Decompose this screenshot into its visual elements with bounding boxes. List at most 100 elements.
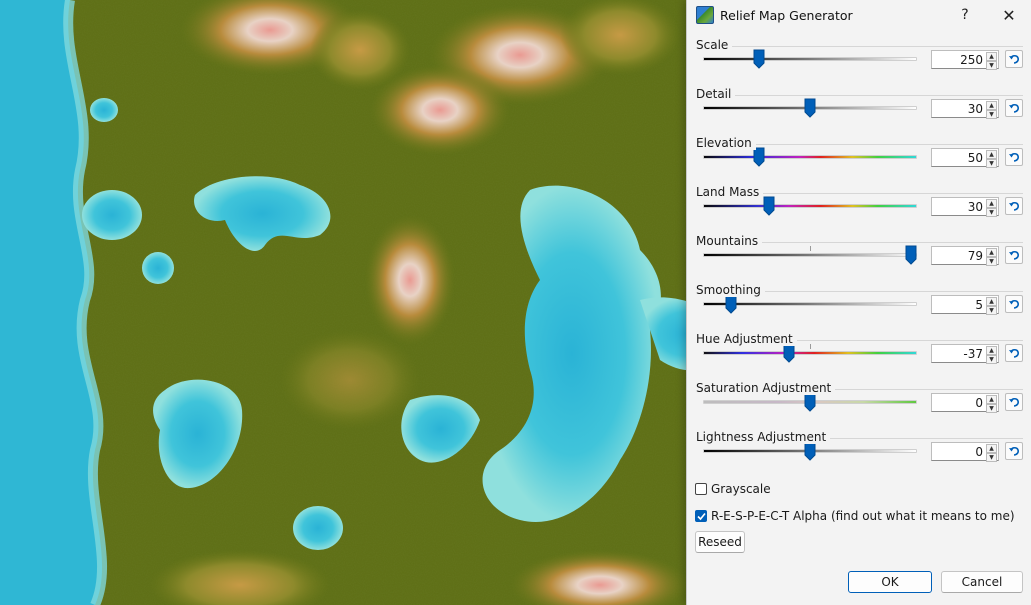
spinbox-value: 5 [975, 298, 983, 312]
spinbox-arrows: ▲ ▼ [986, 395, 997, 413]
value-spinbox[interactable]: 79 ▲ ▼ [931, 246, 999, 266]
param-label: Scale [696, 38, 733, 52]
spinbox-arrows: ▲ ▼ [986, 199, 997, 217]
slider-thumb[interactable] [905, 245, 917, 265]
reset-button[interactable] [1005, 295, 1023, 313]
spinbox-value: 79 [967, 249, 983, 263]
slider-thumb[interactable] [804, 392, 816, 412]
param-label: Mountains [696, 234, 763, 248]
spin-down-icon[interactable]: ▼ [986, 404, 997, 413]
reseed-button[interactable]: Reseed [695, 531, 745, 553]
spin-up-icon[interactable]: ▲ [986, 297, 997, 306]
spinbox-value: 30 [967, 102, 983, 116]
value-spinbox[interactable]: 30 ▲ ▼ [931, 197, 999, 217]
cancel-button[interactable]: Cancel [941, 571, 1023, 593]
spin-down-icon[interactable]: ▼ [986, 355, 997, 364]
param-row: Scale 250 ▲ ▼ [687, 37, 1031, 86]
grayscale-option[interactable]: Grayscale [695, 482, 771, 496]
param-row: Hue Adjustment -37 ▲ ▼ [687, 331, 1031, 380]
param-divider [696, 46, 1023, 47]
param-row: Mountains 79 ▲ ▼ [687, 233, 1031, 282]
param-row: Detail 30 ▲ ▼ [687, 86, 1031, 135]
respect-alpha-checkbox[interactable] [695, 510, 707, 522]
grayscale-checkbox[interactable] [695, 483, 707, 495]
spin-down-icon[interactable]: ▼ [986, 110, 997, 119]
slider-track[interactable] [703, 351, 917, 355]
spin-up-icon[interactable]: ▲ [986, 444, 997, 453]
dialog-title: Relief Map Generator [720, 7, 853, 23]
value-spinbox[interactable]: 0 ▲ ▼ [931, 442, 999, 462]
slider-thumb[interactable] [753, 147, 765, 167]
spin-up-icon[interactable]: ▲ [986, 101, 997, 110]
spin-up-icon[interactable]: ▲ [986, 248, 997, 257]
spin-up-icon[interactable]: ▲ [986, 52, 997, 61]
spin-up-icon[interactable]: ▲ [986, 395, 997, 404]
undo-arrow-icon [1009, 152, 1019, 162]
reset-button[interactable] [1005, 393, 1023, 411]
respect-alpha-option[interactable]: R-E-S-P-E-C-T Alpha (find out what it me… [695, 509, 1015, 523]
param-row: Elevation 50 ▲ ▼ [687, 135, 1031, 184]
slider-thumb[interactable] [804, 98, 816, 118]
param-row: Saturation Adjustment 0 ▲ ▼ [687, 380, 1031, 429]
spin-down-icon[interactable]: ▼ [986, 208, 997, 217]
slider-thumb[interactable] [725, 294, 737, 314]
spin-down-icon[interactable]: ▼ [986, 306, 997, 315]
title-bar[interactable]: Relief Map Generator ? ✕ [687, 0, 1031, 30]
value-spinbox[interactable]: -37 ▲ ▼ [931, 344, 999, 364]
slider-thumb[interactable] [753, 49, 765, 69]
spin-down-icon[interactable]: ▼ [986, 159, 997, 168]
reset-button[interactable] [1005, 148, 1023, 166]
spin-up-icon[interactable]: ▲ [986, 199, 997, 208]
spinbox-value: 0 [975, 396, 983, 410]
map-icon [696, 6, 714, 24]
slider-thumb[interactable] [783, 343, 795, 363]
value-spinbox[interactable]: 30 ▲ ▼ [931, 99, 999, 119]
spinbox-value: -37 [963, 347, 983, 361]
reset-button[interactable] [1005, 99, 1023, 117]
undo-arrow-icon [1009, 397, 1019, 407]
value-spinbox[interactable]: 50 ▲ ▼ [931, 148, 999, 168]
spin-down-icon[interactable]: ▼ [986, 257, 997, 266]
reset-button[interactable] [1005, 246, 1023, 264]
slider-track[interactable] [703, 57, 917, 61]
help-button[interactable]: ? [945, 0, 985, 30]
value-spinbox[interactable]: 5 ▲ ▼ [931, 295, 999, 315]
param-label: Lightness Adjustment [696, 430, 831, 444]
slider-track[interactable] [703, 155, 917, 159]
reset-button[interactable] [1005, 50, 1023, 68]
undo-arrow-icon [1009, 54, 1019, 64]
respect-alpha-label: R-E-S-P-E-C-T Alpha (find out what it me… [711, 509, 1015, 523]
grayscale-label: Grayscale [711, 482, 771, 496]
slider-thumb[interactable] [804, 441, 816, 461]
spinbox-arrows: ▲ ▼ [986, 346, 997, 364]
slider-track[interactable] [703, 253, 917, 257]
ok-button[interactable]: OK [848, 571, 932, 593]
param-label: Detail [696, 87, 736, 101]
relief-map-dialog: Relief Map Generator ? ✕ Scale 250 ▲ ▼ Detai… [686, 0, 1031, 605]
relief-map-image [0, 0, 800, 605]
value-spinbox[interactable]: 250 ▲ ▼ [931, 50, 999, 70]
param-row: Land Mass 30 ▲ ▼ [687, 184, 1031, 233]
param-row: Smoothing 5 ▲ ▼ [687, 282, 1031, 331]
value-spinbox[interactable]: 0 ▲ ▼ [931, 393, 999, 413]
slider-track[interactable] [703, 204, 917, 208]
param-label: Saturation Adjustment [696, 381, 836, 395]
slider-tick [810, 246, 811, 251]
param-divider [696, 95, 1023, 96]
spinbox-value: 50 [967, 151, 983, 165]
param-label: Land Mass [696, 185, 764, 199]
spin-up-icon[interactable]: ▲ [986, 150, 997, 159]
undo-arrow-icon [1009, 250, 1019, 260]
spin-down-icon[interactable]: ▼ [986, 61, 997, 70]
reset-button[interactable] [1005, 197, 1023, 215]
spin-up-icon[interactable]: ▲ [986, 346, 997, 355]
relief-map-canvas [0, 0, 800, 605]
undo-arrow-icon [1009, 299, 1019, 309]
spinbox-value: 30 [967, 200, 983, 214]
reset-button[interactable] [1005, 442, 1023, 460]
close-icon[interactable]: ✕ [989, 0, 1029, 30]
spin-down-icon[interactable]: ▼ [986, 453, 997, 462]
reset-button[interactable] [1005, 344, 1023, 362]
slider-thumb[interactable] [763, 196, 775, 216]
spinbox-arrows: ▲ ▼ [986, 150, 997, 168]
